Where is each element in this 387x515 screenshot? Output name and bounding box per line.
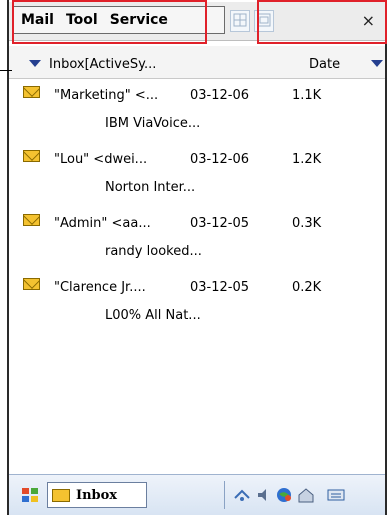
folder-label: Inbox[ActiveSy...	[49, 57, 157, 72]
message-size: 0.3K	[292, 216, 322, 231]
connectivity-icon[interactable]	[233, 486, 251, 504]
message-row[interactable]: "Lou" <dwei... 03-12-06 1.2K Norton Inte…	[9, 146, 385, 210]
annotation-leader-line	[0, 70, 12, 71]
globe-icon[interactable]	[275, 486, 293, 504]
sort-dropdown-arrow-icon[interactable]	[371, 60, 383, 67]
message-preview: IBM ViaVoice...	[105, 116, 201, 131]
message-row[interactable]: "Clarence Jr.... 03-12-05 0.2K L00% All …	[9, 274, 385, 338]
message-sender: "Marketing" <...	[54, 88, 159, 103]
message-row[interactable]: "Admin" <aa... 03-12-05 0.3K randy looke…	[9, 210, 385, 274]
sort-label: Date	[309, 57, 341, 72]
tray-separator	[224, 481, 225, 509]
message-preview: Norton Inter...	[105, 180, 196, 195]
message-row[interactable]: "Marketing" <... 03-12-06 1.1K IBM ViaVo…	[9, 82, 385, 146]
envelope-icon	[23, 278, 40, 290]
home-icon[interactable]	[297, 486, 315, 504]
folder-selector-highlight[interactable]	[12, 0, 207, 44]
folder-dropdown-arrow-icon[interactable]	[29, 60, 41, 67]
message-date: 03-12-06	[190, 152, 250, 167]
envelope-icon	[23, 214, 40, 226]
message-size: 1.2K	[292, 152, 322, 167]
sort-selector-highlight[interactable]	[257, 0, 387, 44]
message-sender: "Lou" <dwei...	[54, 152, 148, 167]
envelope-icon	[52, 488, 70, 502]
taskbar-inbox-label: Inbox	[76, 487, 118, 503]
message-preview: L00% All Nat...	[105, 308, 201, 323]
toolbar-button-1[interactable]	[230, 10, 250, 32]
taskbar: Inbox	[9, 474, 385, 515]
message-date: 03-12-05	[190, 280, 250, 295]
message-date: 03-12-06	[190, 88, 250, 103]
taskbar-inbox-button[interactable]: Inbox	[47, 482, 147, 508]
message-sender: "Clarence Jr....	[54, 280, 146, 295]
message-sender: "Admin" <aa...	[54, 216, 151, 231]
envelope-icon	[23, 86, 40, 98]
message-size: 0.2K	[292, 280, 322, 295]
grid-icon	[233, 13, 247, 27]
column-header-bar: Inbox[ActiveSy... Date	[9, 46, 385, 79]
message-size: 1.1K	[292, 88, 322, 103]
keyboard-icon[interactable]	[327, 486, 345, 504]
volume-icon[interactable]	[255, 486, 273, 504]
envelope-icon	[23, 150, 40, 162]
windows-start-icon[interactable]	[21, 487, 39, 503]
message-preview: randy looked...	[105, 244, 202, 259]
message-date: 03-12-05	[190, 216, 250, 231]
